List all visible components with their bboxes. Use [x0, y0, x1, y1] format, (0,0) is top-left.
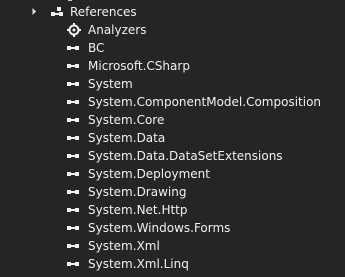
tree-node-reference[interactable]: System.Drawing [0, 183, 345, 201]
tree-node-analyzers[interactable]: Analyzers [0, 21, 345, 39]
tree-node-reference[interactable]: System.Windows.Forms [0, 219, 345, 237]
assembly-reference-icon [67, 80, 81, 88]
assembly-reference-icon [67, 152, 81, 160]
tree-node-reference[interactable]: System.Data.DataSetExtensions [0, 147, 345, 165]
tree-node-reference[interactable]: System.Data [0, 129, 345, 147]
assembly-reference-icon [67, 260, 81, 268]
tree-node-reference[interactable]: Microsoft.CSharp [0, 57, 345, 75]
tree-node-reference[interactable]: System.Core [0, 111, 345, 129]
tree-node-label: System.ComponentModel.Composition [88, 95, 322, 109]
tree-node-reference[interactable]: System.ComponentModel.Composition [0, 93, 345, 111]
tree-node-label: System.Drawing [88, 185, 187, 199]
analyzer-icon [67, 23, 81, 37]
assembly-reference-icon [67, 188, 81, 196]
assembly-reference-icon [67, 134, 81, 142]
tree-node-label: System.Xml.Linq [88, 257, 189, 271]
tree-node-label: System [88, 77, 133, 91]
assembly-reference-icon [67, 224, 81, 232]
assembly-reference-icon [67, 242, 81, 250]
tree-node-reference[interactable]: System.Xml.Linq [0, 255, 345, 273]
references-icon [50, 6, 64, 18]
tree-node-label: Analyzers [88, 23, 147, 37]
solution-explorer-tree: References Analyzers BC Microsoft.CSharp S… [0, 0, 345, 277]
assembly-reference-icon [67, 44, 81, 52]
tree-node-label: System.Core [88, 113, 165, 127]
assembly-reference-icon [67, 62, 81, 70]
tree-item-fragment [68, 0, 72, 1]
tree-node-label: System.Windows.Forms [88, 221, 231, 235]
tree-node-label: Microsoft.CSharp [88, 59, 190, 73]
assembly-reference-icon [67, 170, 81, 178]
tree-node-label: System.Net.Http [88, 203, 188, 217]
tree-node-label: System.Deployment [88, 167, 210, 181]
assembly-reference-icon [67, 98, 81, 106]
tree-node-reference[interactable]: System.Xml [0, 237, 345, 255]
tree-node-label: BC [88, 41, 105, 55]
tree-node-reference[interactable]: System.Net.Http [0, 201, 345, 219]
tree-node-references[interactable]: References [0, 3, 345, 21]
tree-node-label: System.Data [88, 131, 166, 145]
tree-node-reference[interactable]: BC [0, 39, 345, 57]
tree-node-reference[interactable]: System.Deployment [0, 165, 345, 183]
tree-node-label: System.Xml [88, 239, 160, 253]
assembly-reference-icon [67, 116, 81, 124]
tree-node-label: System.Data.DataSetExtensions [88, 149, 283, 163]
expand-collapse-icon[interactable] [28, 7, 37, 16]
assembly-reference-icon [67, 206, 81, 214]
tree-node-reference[interactable]: System [0, 75, 345, 93]
tree-node-label: References [70, 5, 137, 19]
